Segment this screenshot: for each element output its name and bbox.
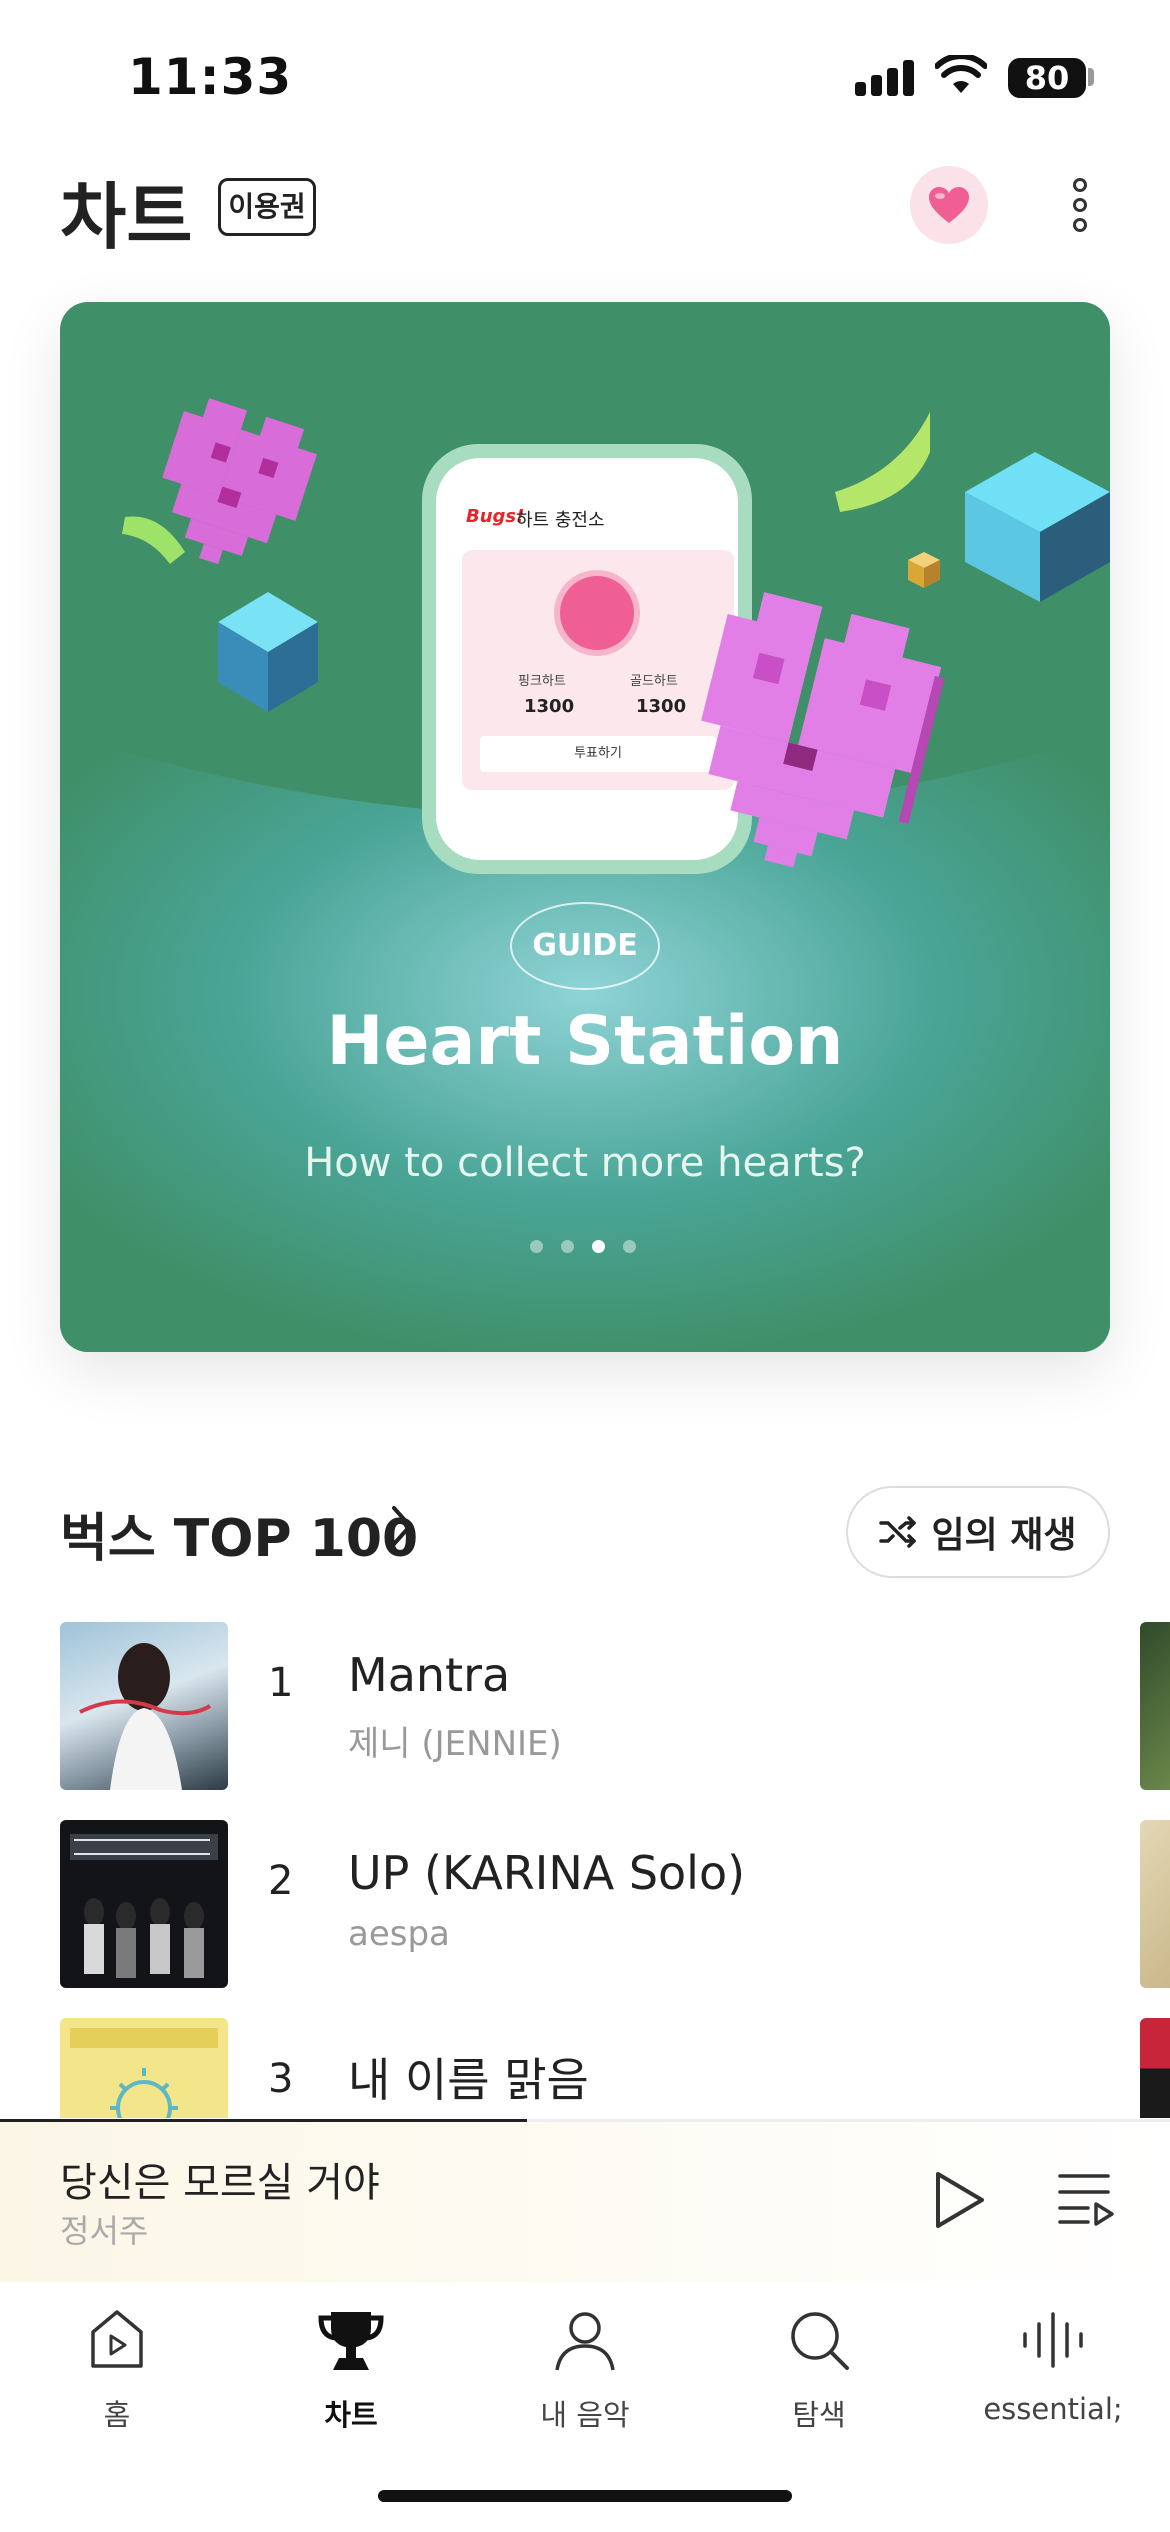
tab-label: 탐색 (792, 2398, 846, 2432)
chevron-right-icon[interactable] (390, 1504, 414, 1548)
tab-my-music[interactable]: 내 음악 (468, 2300, 702, 2440)
next-column-cover (1140, 2018, 1170, 2118)
now-playing-artist: 정서주 (60, 2212, 149, 2250)
person-icon (555, 2312, 615, 2371)
rank-number: 2 (268, 1858, 294, 1904)
guide-tag: GUIDE (510, 902, 660, 990)
banner-title: Heart Station (326, 1002, 844, 1081)
waveform-icon (1023, 2312, 1083, 2368)
pixel-heart-art (701, 592, 945, 868)
tab-search[interactable]: 탐색 (702, 2300, 936, 2440)
page-dot[interactable] (530, 1240, 543, 1253)
tab-label: essential; (983, 2392, 1123, 2426)
playlist-queue-icon[interactable] (1056, 2170, 1116, 2228)
rank-number: 1 (268, 1660, 294, 1706)
banner-subtitle: How to collect more hearts? (304, 1140, 866, 1186)
phone-title: 하트 충전소 (516, 510, 605, 531)
tab-chart[interactable]: 차트 (234, 2300, 468, 2440)
tab-label: 차트 (324, 2398, 378, 2432)
wifi-icon (935, 55, 987, 93)
tab-essential[interactable]: essential; (936, 2300, 1170, 2440)
heart-icon (929, 187, 969, 223)
pink-heart-value: 1300 (524, 696, 575, 717)
album-cover (60, 2018, 228, 2118)
next-column-cover (1140, 1622, 1170, 1790)
page-title: 차트 (60, 175, 193, 259)
tab-label: 내 음악 (540, 2398, 630, 2432)
artist-name: aespa (348, 1914, 450, 1954)
pink-heart-label: 핑크하트 (518, 674, 566, 689)
heart-coin-icon (560, 576, 634, 650)
promo-banner[interactable]: Bugs! 하트 충전소 핑크하트 골드하트 1300 1300 투표하기 GU… (60, 302, 1110, 1352)
page-indicator (530, 1240, 636, 1253)
progress-bar[interactable] (0, 2119, 527, 2122)
chart-row[interactable]: 2 UP (KARINA Solo) aespa (0, 1820, 1170, 1990)
shuffle-icon (879, 1516, 917, 1548)
page-dot[interactable] (561, 1240, 574, 1253)
chart-row[interactable]: 1 Mantra 제니 (JENNIE) (0, 1622, 1170, 1792)
now-playing-title[interactable]: 당신은 모르실 거야 (60, 2150, 380, 2208)
cellular-signal-icon (855, 60, 915, 96)
album-cover (60, 1622, 228, 1790)
battery-indicator: 80 (1008, 58, 1086, 98)
tab-home[interactable]: 홈 (0, 2300, 234, 2440)
next-column-cover (1140, 1820, 1170, 1988)
page-dot[interactable] (592, 1240, 605, 1253)
more-options-icon[interactable] (1060, 170, 1100, 240)
chart-row[interactable]: 3 내 이름 맑음 (0, 2018, 1170, 2118)
rank-number: 3 (268, 2056, 294, 2102)
heart-station-button[interactable] (910, 166, 988, 244)
tab-label: 홈 (103, 2398, 131, 2432)
shuffle-label: 임의 재생 (931, 1515, 1077, 1556)
shuffle-play-button[interactable]: 임의 재생 (846, 1486, 1110, 1578)
top100-title[interactable]: 벅스 TOP 100 (60, 1496, 418, 1571)
pass-button[interactable]: 이용권 (218, 178, 316, 236)
trophy-icon (318, 2312, 384, 2370)
battery-cap (1088, 68, 1094, 86)
home-indicator (378, 2490, 792, 2502)
home-play-icon (91, 2310, 143, 2368)
status-time: 11:33 (128, 48, 293, 106)
song-title: Mantra (348, 1648, 511, 1702)
play-icon[interactable] (926, 2168, 990, 2232)
song-title: UP (KARINA Solo) (348, 1846, 746, 1900)
album-cover (60, 1820, 228, 1988)
song-title: 내 이름 맑음 (348, 2053, 589, 2107)
artist-name: 제니 (JENNIE) (348, 1724, 562, 1764)
page-dot[interactable] (623, 1240, 636, 1253)
search-icon (791, 2312, 849, 2370)
